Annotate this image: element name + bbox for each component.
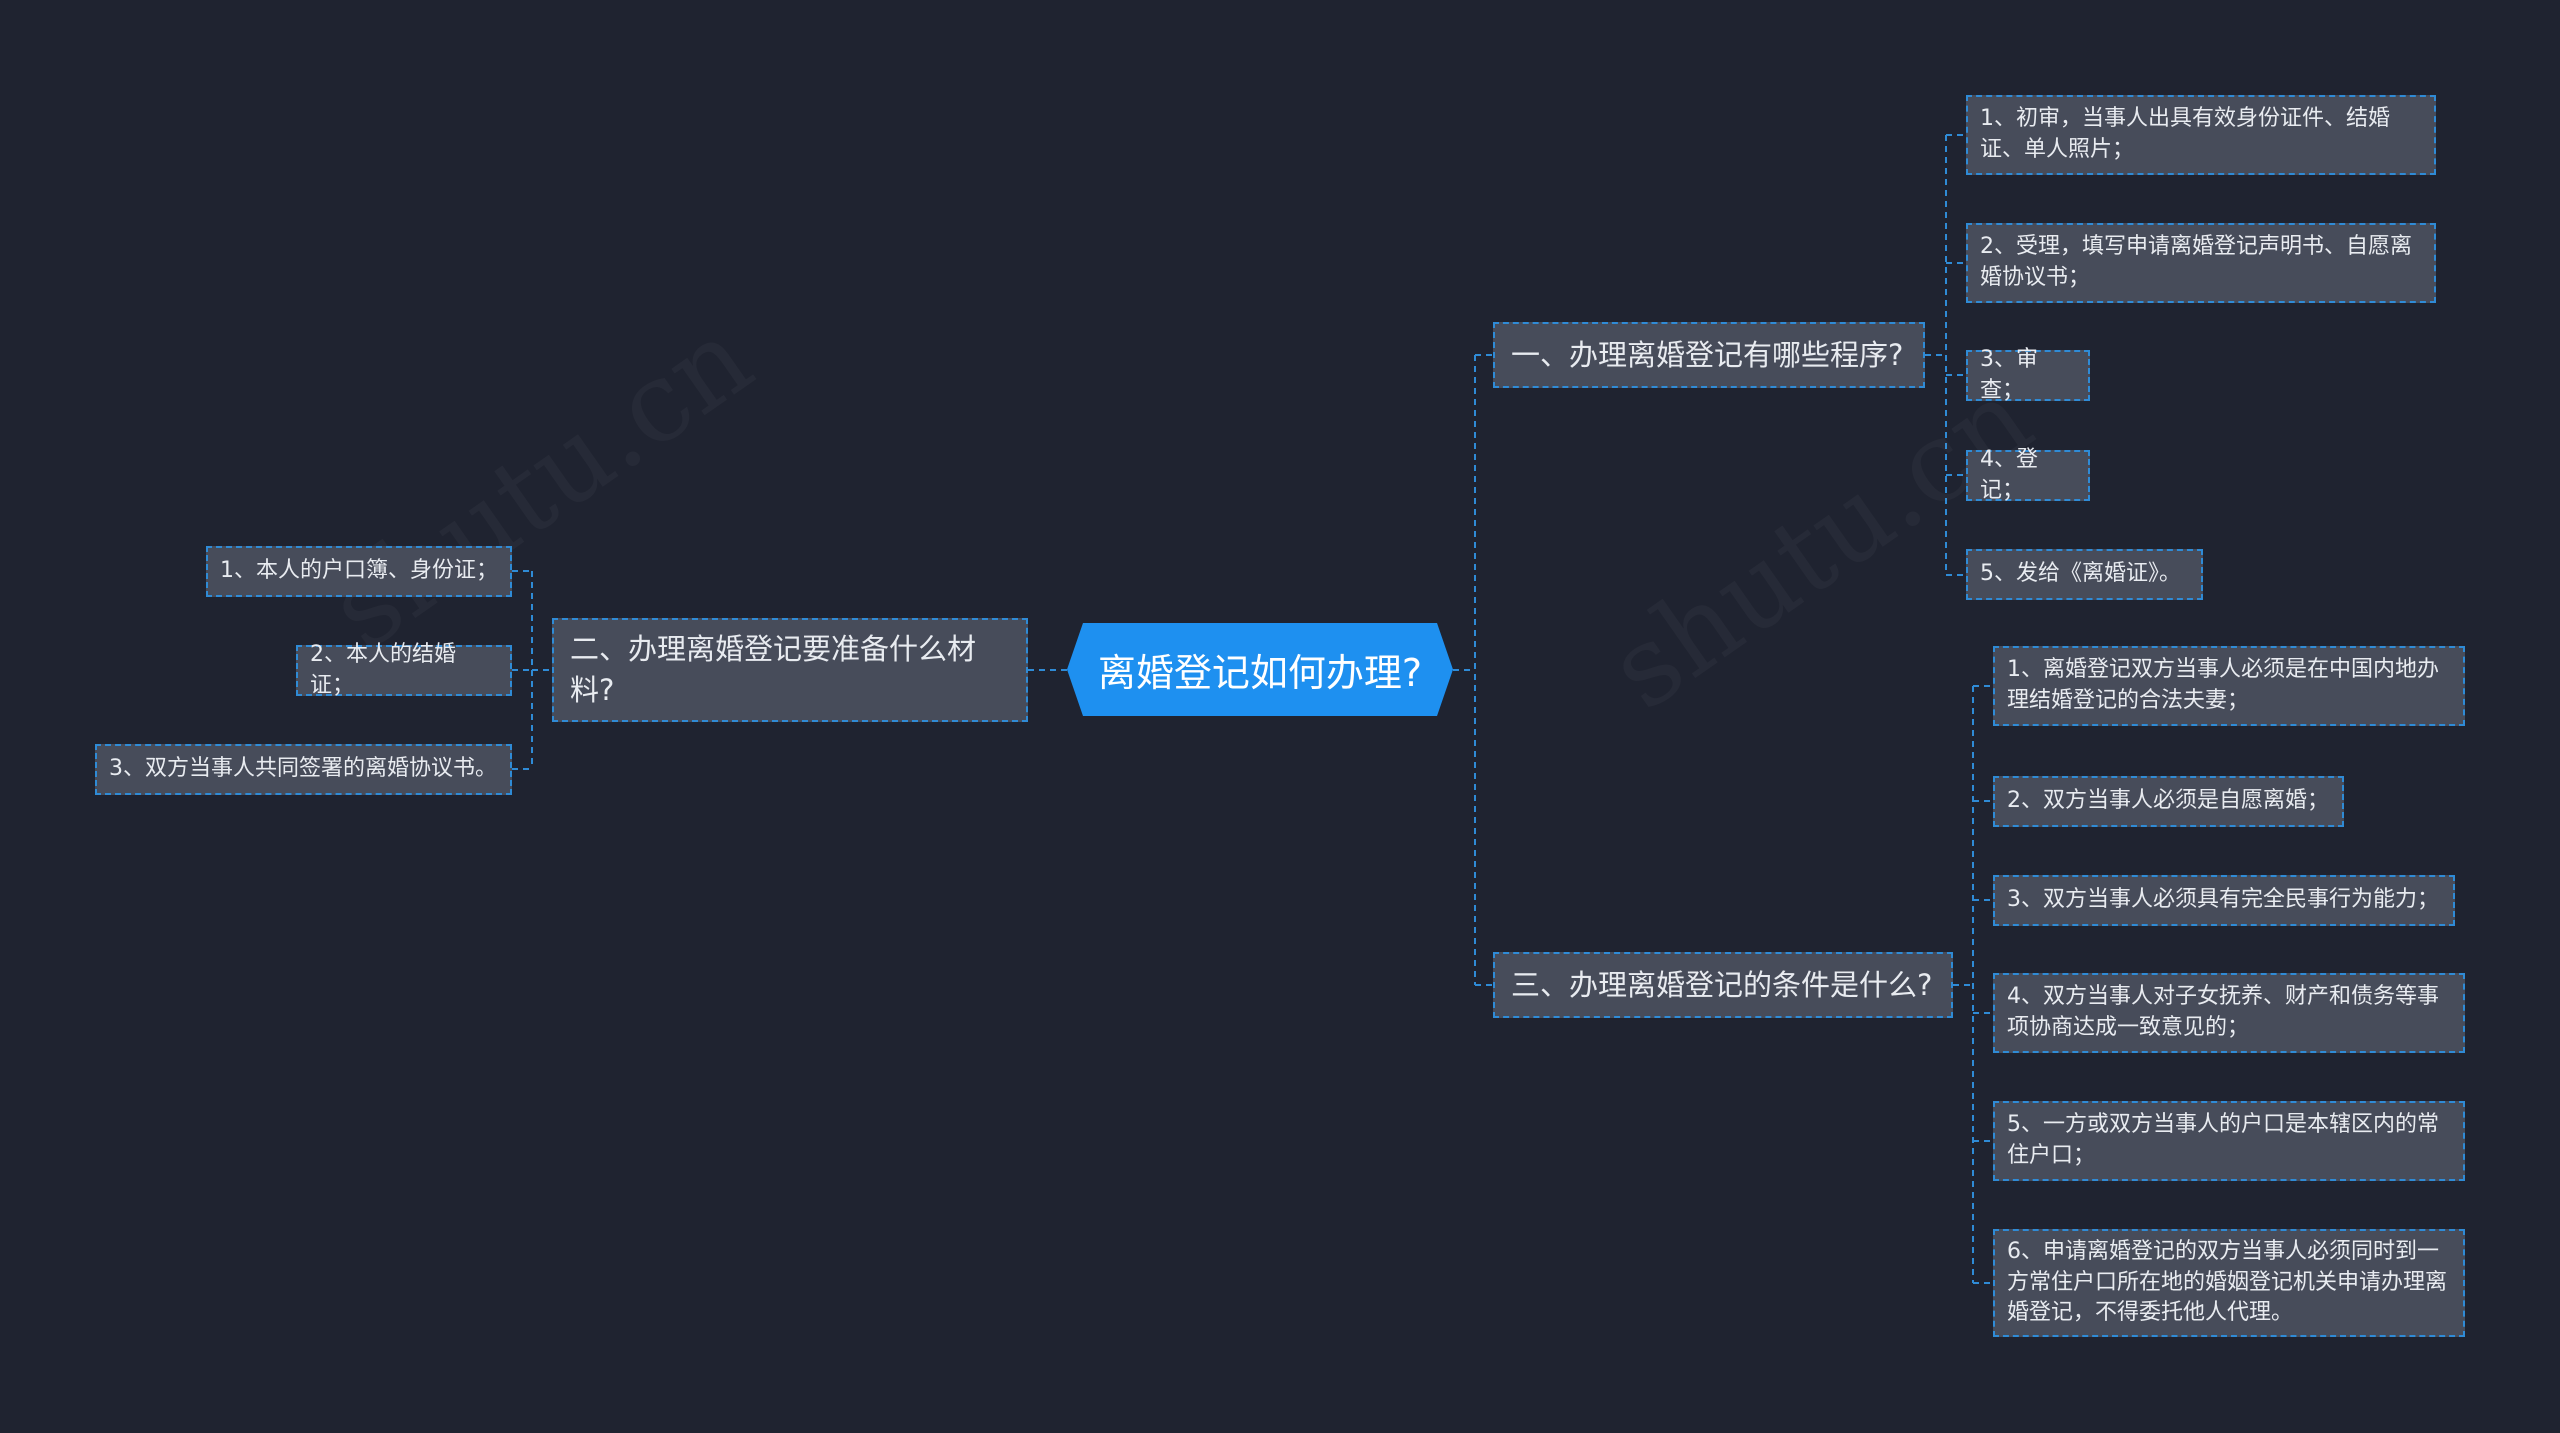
branch-procedures[interactable]: 一、办理离婚登记有哪些程序? (1493, 322, 1925, 388)
leaf-label: 6、申请离婚登记的双方当事人必须同时到一方常住户口所在地的婚姻登记机关申请办理离… (2007, 1238, 2448, 1326)
leaf-condition-1[interactable]: 1、离婚登记双方当事人必须是在中国内地办理结婚登记的合法夫妻； (1993, 646, 2465, 726)
branch-label: 三、办理离婚登记的条件是什么? (1511, 967, 1933, 1002)
leaf-label: 5、发给《离婚证》。 (1980, 561, 2181, 587)
leaf-material-3[interactable]: 3、双方当事人共同签署的离婚协议书。 (95, 744, 512, 795)
leaf-label: 4、登记； (1980, 446, 2038, 503)
leaf-procedure-3[interactable]: 3、审查； (1966, 347, 2090, 403)
root-topic-label: 离婚登记如何办理? (1097, 651, 1423, 695)
leaf-procedure-5[interactable]: 5、发给《离婚证》。 (1966, 549, 2203, 600)
leaf-procedure-1[interactable]: 1、初审，当事人出具有效身份证件、结婚证、单人照片； (1966, 95, 2436, 175)
watermark: shutu.cn (1587, 354, 2054, 735)
leaf-label: 4、双方当事人对子女抚养、财产和债务等事项协商达成一致意见的； (2007, 984, 2439, 1040)
leaf-condition-2[interactable]: 2、双方当事人必须是自愿离婚； (1993, 776, 2344, 827)
leaf-condition-5[interactable]: 5、一方或双方当事人的户口是本辖区内的常住户口； (1993, 1101, 2465, 1181)
leaf-condition-4[interactable]: 4、双方当事人对子女抚养、财产和债务等事项协商达成一致意见的； (1993, 973, 2465, 1053)
leaf-label: 2、双方当事人必须是自愿离婚； (2007, 788, 2329, 814)
leaf-label: 3、审查； (1980, 346, 2038, 403)
root-topic[interactable]: 离婚登记如何办理? (1067, 623, 1453, 716)
branch-materials[interactable]: 二、办理离婚登记要准备什么材料? (552, 618, 1028, 722)
leaf-material-2[interactable]: 2、本人的结婚证； (296, 642, 512, 698)
leaf-label: 1、离婚登记双方当事人必须是在中国内地办理结婚登记的合法夫妻； (2007, 657, 2439, 713)
leaf-material-1[interactable]: 1、本人的户口簿、身份证； (206, 546, 512, 597)
branch-label: 一、办理离婚登记有哪些程序? (1511, 337, 1904, 372)
leaf-procedure-4[interactable]: 4、登记； (1966, 447, 2090, 503)
leaf-condition-3[interactable]: 3、双方当事人必须具有完全民事行为能力； (1993, 875, 2455, 926)
branch-label: 二、办理离婚登记要准备什么材料? (570, 632, 977, 707)
leaf-label: 5、一方或双方当事人的户口是本辖区内的常住户口； (2007, 1112, 2439, 1168)
leaf-label: 2、本人的结婚证； (310, 641, 456, 698)
leaf-label: 2、受理，填写申请离婚登记声明书、自愿离婚协议书； (1980, 234, 2412, 290)
leaf-procedure-2[interactable]: 2、受理，填写申请离婚登记声明书、自愿离婚协议书； (1966, 223, 2436, 303)
branch-conditions[interactable]: 三、办理离婚登记的条件是什么? (1493, 952, 1953, 1018)
leaf-condition-6[interactable]: 6、申请离婚登记的双方当事人必须同时到一方常住户口所在地的婚姻登记机关申请办理离… (1993, 1229, 2465, 1337)
leaf-label: 1、本人的户口簿、身份证； (220, 558, 498, 584)
leaf-label: 3、双方当事人必须具有完全民事行为能力； (2007, 887, 2439, 913)
mindmap-canvas: shutu.cn shutu.cn 离婚登记如何办理? 一、办理离婚登记有哪些程… (0, 0, 2560, 1433)
leaf-label: 1、初审，当事人出具有效身份证件、结婚证、单人照片； (1980, 106, 2390, 162)
leaf-label: 3、双方当事人共同签署的离婚协议书。 (109, 756, 497, 782)
